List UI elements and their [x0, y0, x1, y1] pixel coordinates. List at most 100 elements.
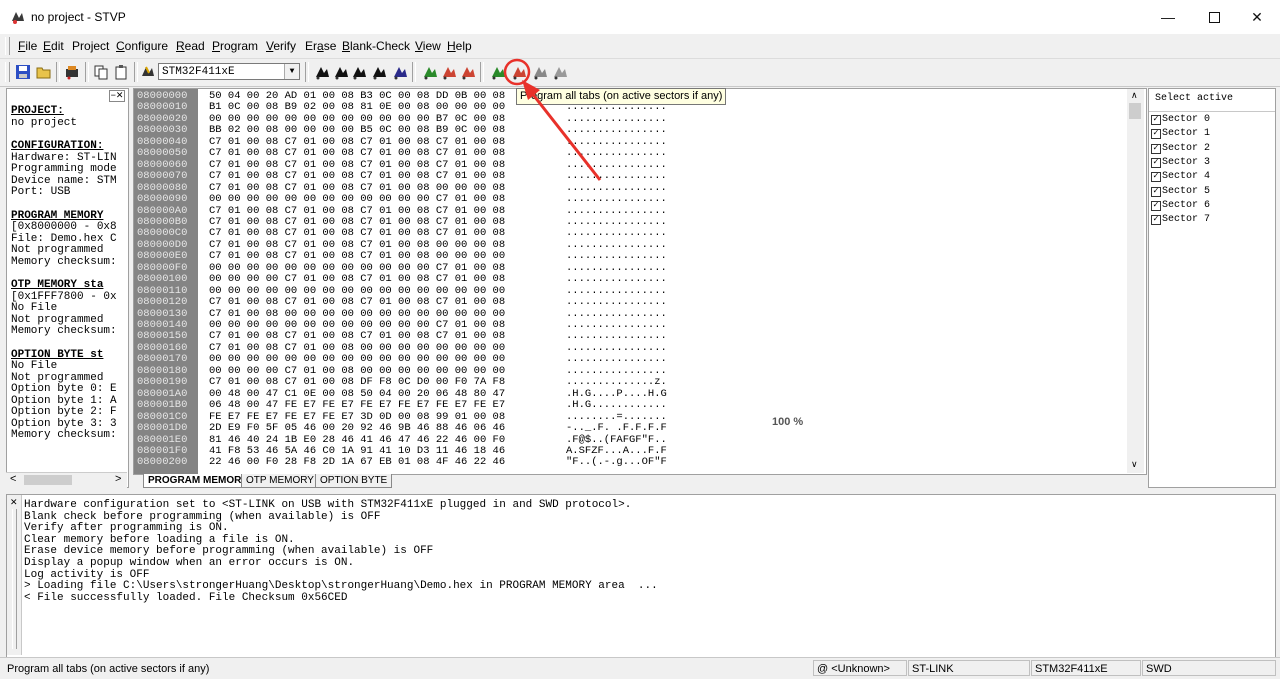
menu-project[interactable]: Project [72, 39, 109, 53]
ascii-cell: ..............z. [566, 376, 667, 389]
checkbox-icon[interactable]: ✓ [1151, 157, 1161, 168]
log-close-icon[interactable]: ✕ [10, 497, 18, 508]
maximize-button[interactable] [1191, 0, 1237, 34]
sector-panel-title: Select active [1155, 93, 1234, 104]
menu-erase[interactable]: Erase [305, 39, 336, 53]
left-panel-scrollbar[interactable]: < > [6, 472, 127, 488]
save-icon[interactable] [14, 63, 32, 81]
hex-bytes: 00 00 00 00 00 00 00 00 00 00 00 00 C7 0… [209, 193, 506, 206]
sector-checkbox[interactable]: ✓ Sector 7 [1151, 213, 1210, 227]
read-current-icon[interactable] [332, 63, 350, 81]
menu-verify[interactable]: Verify [266, 39, 296, 53]
verify-all-icon[interactable] [551, 63, 569, 81]
log-line: > Loading file C:\Users\strongerHuang\De… [24, 580, 658, 593]
log-grip[interactable] [12, 509, 17, 649]
sector-checkbox[interactable]: ✓ Sector 0 [1151, 113, 1210, 127]
toolbar-separator [305, 62, 309, 82]
toolbar-grip[interactable] [5, 62, 10, 82]
scroll-down-icon[interactable]: ∨ [1131, 459, 1138, 470]
checkbox-icon[interactable]: ✓ [1151, 129, 1161, 140]
tab-program-memory[interactable]: PROGRAM MEMORY [143, 474, 253, 488]
memory-tabs: PROGRAM MEMORY OTP MEMORY OPTION BYTE [133, 474, 1145, 488]
memory-vertical-scrollbar[interactable]: ∧ ∨ [1127, 89, 1144, 473]
close-button[interactable]: ✕ [1234, 0, 1280, 34]
section-line: Programming mode [11, 163, 117, 175]
ascii-cell: ................ [566, 250, 667, 263]
memory-view[interactable]: 08000000 50 04 00 20 AD 01 00 08 B3 0C 00… [133, 88, 1147, 475]
sector-checkbox[interactable]: ✓ Sector 3 [1151, 156, 1210, 170]
sector-checkbox[interactable]: ✓ Sector 6 [1151, 199, 1210, 213]
sector-checkbox[interactable]: ✓ Sector 2 [1151, 142, 1210, 156]
status-tool: ST-LINK [908, 660, 1030, 676]
status-protocol: SWD [1142, 660, 1276, 676]
ascii-cell: -.._.F. .F.F.F.F [566, 422, 667, 435]
section-line: [0x8000000 - 0x8 [11, 221, 117, 233]
scroll-up-icon[interactable]: ∧ [1131, 90, 1138, 101]
open-icon[interactable] [35, 63, 53, 81]
erase-icon[interactable] [421, 63, 439, 81]
checkbox-icon[interactable]: ✓ [1151, 215, 1161, 226]
chevron-down-icon[interactable]: ▼ [284, 64, 299, 79]
program-all-tabs-icon[interactable] [510, 63, 528, 81]
project-info-panel: −✕ PROJECT: no project CONFIGURATION: Hardw… [6, 88, 129, 488]
tab-option-byte[interactable]: OPTION BYTE [315, 474, 393, 488]
minimize-button[interactable]: — [1145, 0, 1191, 34]
menu-grip[interactable] [5, 37, 10, 55]
log-text: Hardware configuration set to <ST-LINK o… [24, 499, 658, 604]
ascii-cell: ................ [566, 273, 667, 286]
read-icon[interactable] [313, 63, 331, 81]
read-active-icon[interactable] [370, 63, 388, 81]
hex-bytes: C7 01 00 08 C7 01 00 08 C7 01 00 08 C7 0… [209, 147, 506, 160]
tooltip: Program all tabs (on active sectors if a… [516, 88, 727, 105]
menu-program[interactable]: Program [212, 39, 258, 53]
address-cell: 080001D0 [137, 422, 188, 435]
scroll-right-icon[interactable]: > [115, 473, 121, 485]
read-all-tabs-icon[interactable] [350, 63, 368, 81]
sector-label: Sector 0 [1162, 114, 1211, 126]
sector-checkbox[interactable]: ✓ Sector 4 [1151, 170, 1210, 184]
read-option-icon[interactable] [391, 63, 409, 81]
menu-edit[interactable]: Edit [43, 39, 64, 53]
status-device: STM32F411xE [1031, 660, 1141, 676]
section-line: Option byte 2: F [11, 406, 117, 418]
read-all-icon[interactable] [63, 63, 81, 81]
menu-view[interactable]: View [415, 39, 441, 53]
address-cell: 08000200 [137, 456, 188, 469]
ascii-cell: ................ [566, 170, 667, 183]
scroll-thumb[interactable] [1129, 103, 1141, 119]
copy-icon[interactable] [92, 63, 110, 81]
checkbox-icon[interactable]: ✓ [1151, 115, 1161, 126]
menu-read[interactable]: Read [176, 39, 205, 53]
menu-help[interactable]: Help [447, 39, 472, 53]
address-cell: 08000190 [137, 376, 188, 389]
address-cell: 080000E0 [137, 250, 188, 263]
toolbar-separator [134, 62, 138, 82]
program-current-icon[interactable] [489, 63, 507, 81]
menu-configure[interactable]: Configure [116, 39, 168, 53]
panel-close-icon[interactable]: −✕ [109, 90, 125, 102]
erase-all-icon[interactable] [440, 63, 458, 81]
section-heading: OTP MEMORY sta [11, 279, 104, 291]
scroll-thumb[interactable] [24, 475, 72, 485]
menu-blank-check[interactable]: Blank-Check [342, 39, 410, 53]
progress-percent: 100 % [772, 416, 804, 428]
checkbox-icon[interactable]: ✓ [1151, 143, 1161, 154]
hex-bytes: C7 01 00 08 C7 01 00 08 C7 01 00 08 C7 0… [209, 296, 506, 309]
menu-file[interactable]: File [18, 39, 37, 53]
checkbox-icon[interactable]: ✓ [1151, 186, 1161, 197]
hex-bytes: 2D E9 F0 5F 05 46 00 20 92 46 9B 46 88 4… [209, 422, 506, 435]
checkbox-icon[interactable]: ✓ [1151, 200, 1161, 211]
log-line: Display a popup window when an error occ… [24, 556, 355, 569]
sector-checkbox[interactable]: ✓ Sector 1 [1151, 127, 1210, 141]
paste-icon[interactable] [112, 63, 130, 81]
erase-tabs-icon[interactable] [459, 63, 477, 81]
verify-icon[interactable] [531, 63, 549, 81]
scroll-left-icon[interactable]: < [10, 473, 16, 485]
sector-checkbox[interactable]: ✓ Sector 5 [1151, 185, 1210, 199]
section-line: Not programmed [11, 244, 104, 256]
tab-otp-memory[interactable]: OTP MEMORY [241, 474, 319, 488]
ascii-cell: .H.G............ [566, 399, 667, 412]
device-select[interactable]: STM32F411xE ▼ [158, 63, 300, 80]
checkbox-icon[interactable]: ✓ [1151, 172, 1161, 183]
device-chip-icon [139, 63, 157, 81]
